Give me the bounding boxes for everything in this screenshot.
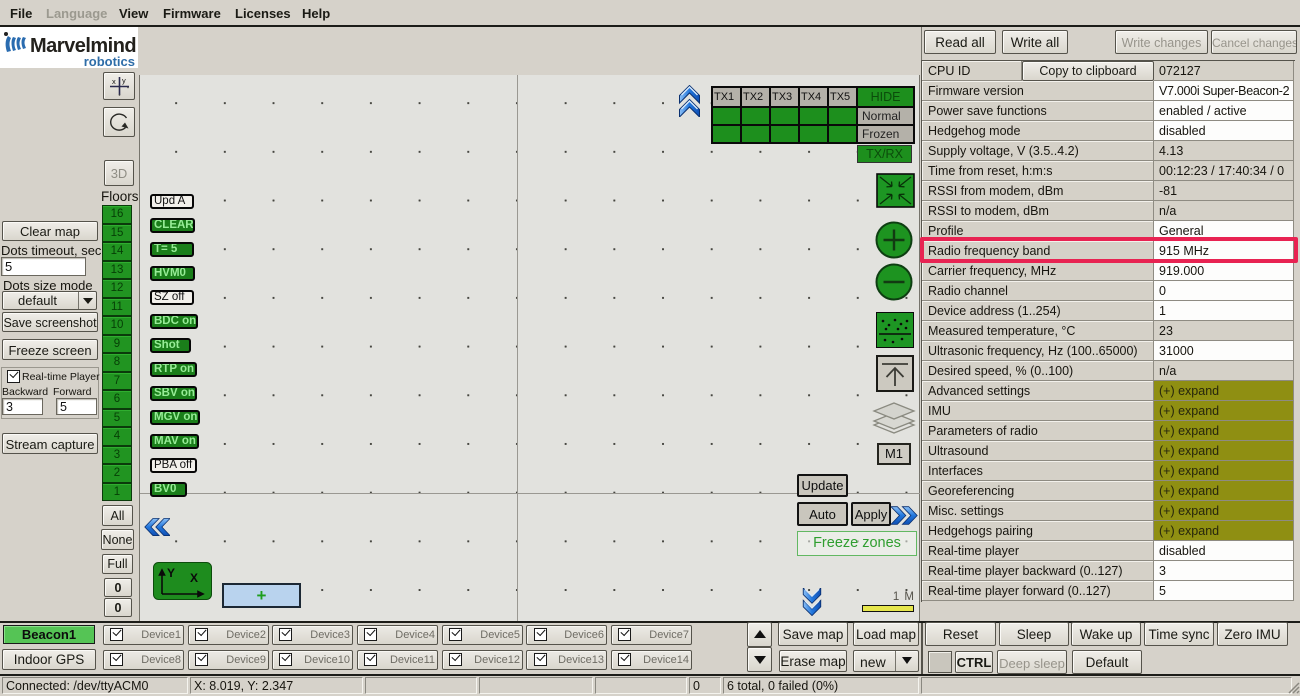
svg-text:Y: Y xyxy=(167,566,175,580)
svg-text:X: X xyxy=(190,571,198,585)
svg-text:y: y xyxy=(122,76,126,85)
svg-text:x: x xyxy=(112,77,116,86)
